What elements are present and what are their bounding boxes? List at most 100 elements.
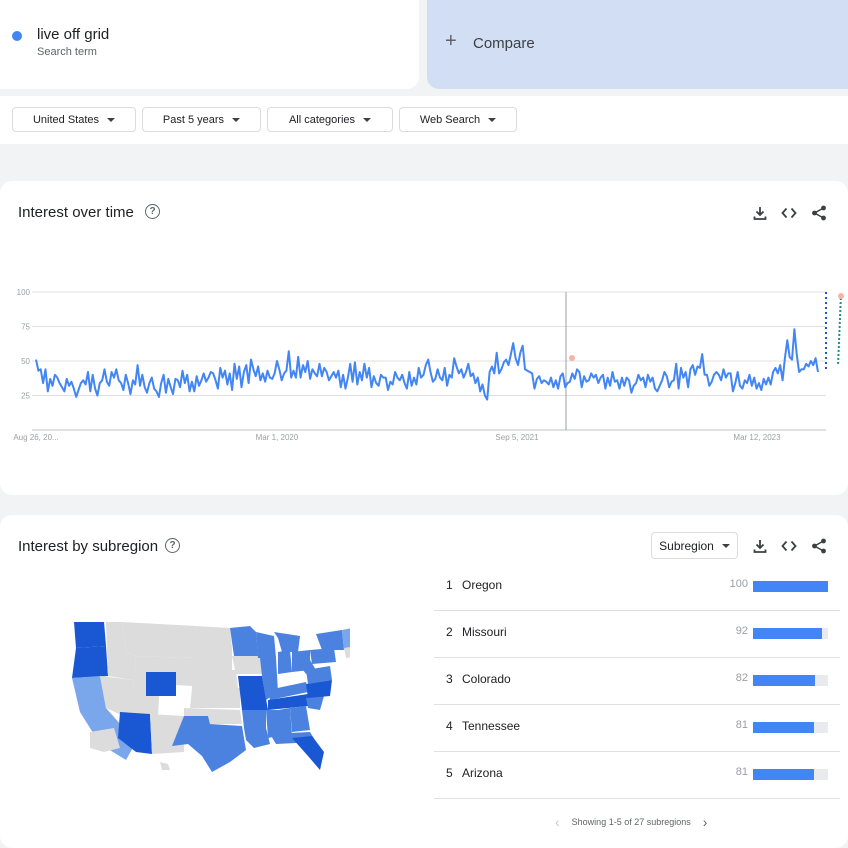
search-term-name[interactable]: live off grid bbox=[37, 26, 109, 43]
filter-search-type[interactable]: Web Search bbox=[399, 107, 517, 132]
chart-x-tick-labels: Aug 26, 20... Mar 1, 2020 Sep 5, 2021 Mar 1… bbox=[13, 433, 781, 442]
map-state-kansas[interactable] bbox=[190, 688, 240, 708]
subregion-bar-fill bbox=[753, 769, 814, 780]
chart-x-tick-label: Mar 12, 2023 bbox=[733, 433, 781, 442]
chevron-right-icon[interactable]: › bbox=[703, 814, 708, 830]
map-state-indiana[interactable] bbox=[278, 650, 292, 674]
partial-data-dashed-line-teal bbox=[837, 293, 842, 367]
filter-category-label: All categories bbox=[288, 113, 356, 126]
map-state-iowa[interactable] bbox=[232, 656, 262, 674]
compare-label: Compare bbox=[473, 35, 535, 52]
embed-code-icon[interactable] bbox=[780, 204, 798, 222]
subregion-rank: 3 bbox=[446, 672, 453, 686]
interest-over-time-title: Interest over time bbox=[18, 204, 134, 221]
subregion-bar-track bbox=[753, 769, 828, 780]
subregion-row[interactable]: 1 Oregon 100 bbox=[434, 564, 840, 611]
map-state-south-dakota[interactable] bbox=[192, 648, 232, 670]
download-icon[interactable] bbox=[751, 204, 769, 222]
subregion-row[interactable]: 4 Tennessee 81 bbox=[434, 705, 840, 752]
search-term-card[interactable] bbox=[0, 0, 419, 89]
subregion-name: Missouri bbox=[462, 625, 507, 639]
subregion-name: Oregon bbox=[462, 578, 503, 592]
subregion-pager: ‹ Showing 1-5 of 27 subregions › bbox=[555, 814, 707, 830]
map-state-wisconsin[interactable] bbox=[256, 632, 276, 658]
subregion-bar-fill bbox=[753, 581, 828, 592]
subregion-value: 81 bbox=[735, 766, 748, 778]
map-state-north-dakota[interactable] bbox=[194, 626, 232, 648]
map-state-south-carolina[interactable] bbox=[306, 696, 324, 710]
filter-time-label: Past 5 years bbox=[162, 113, 225, 126]
us-subregion-map[interactable] bbox=[60, 612, 350, 782]
chart-y-tick-label: 100 bbox=[17, 288, 31, 297]
annotation-marker[interactable] bbox=[569, 355, 575, 361]
help-icon[interactable]: ? bbox=[145, 204, 160, 219]
search-term-subtitle: Search term bbox=[37, 46, 97, 58]
chart-series-line bbox=[35, 328, 819, 401]
plus-icon: + bbox=[445, 30, 457, 52]
subregion-row[interactable]: 5 Arizona 81 bbox=[434, 752, 840, 799]
interest-by-subregion-title: Interest by subregion bbox=[18, 538, 159, 555]
filter-search-type-label: Web Search bbox=[419, 113, 481, 126]
share-icon[interactable] bbox=[810, 204, 828, 222]
search-term-color-dot bbox=[12, 31, 22, 41]
subregion-bar-fill bbox=[753, 628, 822, 639]
caret-down-icon bbox=[721, 543, 730, 548]
subregion-value: 92 bbox=[735, 625, 748, 637]
chart-x-tick-label: Mar 1, 2020 bbox=[256, 433, 299, 442]
caret-down-icon bbox=[107, 117, 116, 122]
subregion-select-label: Subregion bbox=[659, 538, 714, 553]
help-icon[interactable]: ? bbox=[165, 538, 180, 553]
subregion-value: 82 bbox=[735, 672, 748, 684]
annotation-marker[interactable] bbox=[838, 293, 844, 299]
caret-down-icon bbox=[488, 117, 497, 122]
map-state-montana[interactable] bbox=[122, 622, 196, 658]
map-state-oregon[interactable] bbox=[72, 646, 108, 678]
subregion-bar-fill bbox=[753, 675, 815, 686]
pager-text: Showing 1-5 of 27 subregions bbox=[571, 817, 691, 827]
map-state-pennsylvania[interactable] bbox=[310, 648, 336, 664]
map-state-texas[interactable] bbox=[172, 716, 246, 772]
map-state-arkansas[interactable] bbox=[242, 710, 266, 728]
subregion-row[interactable]: 3 Colorado 82 bbox=[434, 658, 840, 705]
subregion-select[interactable]: Subregion bbox=[651, 532, 738, 559]
map-state-florida[interactable] bbox=[292, 736, 324, 770]
map-state-alabama[interactable] bbox=[278, 708, 292, 736]
map-state-louisiana[interactable] bbox=[244, 728, 270, 748]
map-state-colorado[interactable] bbox=[146, 672, 176, 696]
download-icon[interactable] bbox=[751, 537, 769, 555]
chart-x-tick-label: Aug 26, 20... bbox=[13, 433, 58, 442]
subregion-rank: 2 bbox=[446, 625, 453, 639]
chart-y-tick-label: 50 bbox=[21, 357, 30, 366]
subregion-bar-fill bbox=[753, 722, 814, 733]
chart-y-tick-label: 75 bbox=[21, 323, 30, 332]
caret-down-icon bbox=[363, 117, 372, 122]
map-state-hawaii[interactable] bbox=[160, 762, 170, 770]
map-state-michigan[interactable] bbox=[274, 632, 300, 652]
subregion-rank: 4 bbox=[446, 719, 453, 733]
map-state-georgia[interactable] bbox=[290, 706, 310, 732]
subregion-value: 100 bbox=[729, 578, 748, 590]
map-state-minnesota[interactable] bbox=[230, 626, 258, 656]
subregion-rank: 5 bbox=[446, 766, 453, 780]
subregion-rank: 1 bbox=[446, 578, 453, 592]
chart-x-tick-label: Sep 5, 2021 bbox=[495, 433, 539, 442]
subregion-bar-track bbox=[753, 722, 828, 733]
subregion-bar-track bbox=[753, 628, 828, 639]
embed-code-icon[interactable] bbox=[780, 537, 798, 555]
share-icon[interactable] bbox=[810, 537, 828, 555]
chart-y-tick-label: 25 bbox=[21, 392, 30, 401]
filter-time-range[interactable]: Past 5 years bbox=[142, 107, 261, 132]
filter-region[interactable]: United States bbox=[12, 107, 136, 132]
chart-y-tick-labels: 100 75 50 25 bbox=[17, 288, 31, 401]
caret-down-icon bbox=[232, 117, 241, 122]
subregion-bar-track bbox=[753, 581, 828, 592]
interest-over-time-chart[interactable]: 100 75 50 25 Aug 26, 20... Mar 1, 2020 Sep 5,… bbox=[0, 270, 848, 450]
subregion-name: Tennessee bbox=[462, 719, 521, 733]
map-state-nebraska[interactable] bbox=[192, 670, 238, 688]
map-state-new-york[interactable] bbox=[316, 630, 344, 650]
filter-category[interactable]: All categories bbox=[267, 107, 393, 132]
subregion-name: Arizona bbox=[462, 766, 503, 780]
subregion-row[interactable]: 2 Missouri 92 bbox=[434, 611, 840, 658]
chevron-left-icon[interactable]: ‹ bbox=[555, 814, 560, 830]
map-state-washington[interactable] bbox=[74, 622, 106, 648]
